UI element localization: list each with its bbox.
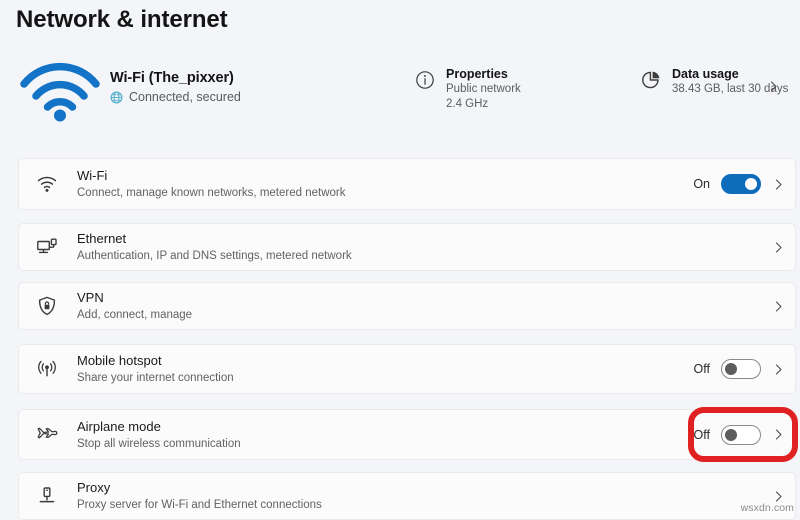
setting-row-airplane-mode-description: Stop all wireless communication bbox=[77, 437, 241, 450]
ethernet-chevron-right-icon[interactable] bbox=[772, 241, 785, 254]
properties-title: Properties bbox=[446, 67, 508, 81]
setting-row-ethernet[interactable]: Ethernet Authentication, IP and DNS sett… bbox=[18, 223, 796, 271]
watermark: wsxdn.com bbox=[740, 502, 794, 514]
setting-row-mobile-hotspot[interactable]: Mobile hotspot Share your internet conne… bbox=[18, 344, 796, 394]
connected-network-info: Wi-Fi (The_pixxer) Connected, secured bbox=[110, 70, 241, 104]
setting-row-wifi[interactable]: Wi-Fi Connect, manage known networks, me… bbox=[18, 158, 796, 210]
setting-row-mobile-hotspot-controls: Off bbox=[690, 359, 785, 379]
vpn-chevron-right-icon[interactable] bbox=[772, 300, 785, 313]
globe-icon bbox=[110, 91, 123, 103]
setting-row-airplane-mode-controls: Off bbox=[690, 424, 785, 445]
setting-row-ethernet-text: Ethernet Authentication, IP and DNS sett… bbox=[77, 230, 772, 264]
setting-row-mobile-hotspot-title: Mobile hotspot bbox=[77, 353, 162, 368]
setting-row-mobile-hotspot-text: Mobile hotspot Share your internet conne… bbox=[77, 352, 690, 386]
setting-row-vpn-text: VPN Add, connect, manage bbox=[77, 289, 772, 323]
setting-row-airplane-mode-title: Airplane mode bbox=[77, 418, 161, 434]
setting-row-mobile-hotspot-description: Share your internet connection bbox=[77, 372, 234, 384]
setting-row-airplane-mode[interactable]: Airplane mode Stop all wireless communic… bbox=[18, 409, 796, 460]
network-status-text: Connected, secured bbox=[129, 90, 241, 104]
shield-lock-icon bbox=[33, 292, 61, 320]
setting-row-proxy-controls bbox=[772, 490, 785, 503]
airplane-icon bbox=[33, 421, 61, 449]
network-status-line: Connected, secured bbox=[110, 90, 241, 104]
setting-row-vpn-description: Add, connect, manage bbox=[77, 309, 193, 321]
pie-chart-icon bbox=[642, 71, 660, 89]
setting-row-wifi-text: Wi-Fi Connect, manage known networks, me… bbox=[77, 167, 690, 201]
setting-row-airplane-mode-text: Airplane mode Stop all wireless communic… bbox=[77, 418, 690, 452]
setting-row-wifi-controls: On bbox=[690, 174, 785, 194]
airplane-mode-toggle-label: Off bbox=[693, 427, 710, 442]
network-ssid: Wi-Fi (The_pixxer) bbox=[110, 70, 234, 86]
mobile-hotspot-chevron-right-icon[interactable] bbox=[772, 363, 785, 376]
setting-row-ethernet-description: Authentication, IP and DNS settings, met… bbox=[77, 250, 352, 262]
wifi-signal-icon bbox=[20, 62, 100, 122]
setting-row-proxy-text: Proxy Proxy server for Wi-Fi and Etherne… bbox=[77, 479, 772, 513]
setting-row-vpn-controls bbox=[772, 300, 785, 313]
setting-row-proxy-title: Proxy bbox=[77, 480, 111, 495]
proxy-server-icon bbox=[33, 482, 61, 510]
setting-row-ethernet-controls bbox=[772, 241, 785, 254]
network-status-hero: Wi-Fi (The_pixxer) Connected, secured Pr… bbox=[0, 58, 800, 130]
airplane-mode-toggle[interactable] bbox=[721, 424, 761, 445]
proxy-chevron-right-icon[interactable] bbox=[772, 490, 785, 503]
data-usage-summary[interactable]: Data usage 38.43 GB, last 30 days bbox=[640, 66, 788, 97]
setting-row-vpn[interactable]: VPN Add, connect, manage bbox=[18, 282, 796, 330]
wifi-icon bbox=[33, 170, 61, 198]
network-properties-summary[interactable]: Properties Public network 2.4 GHz bbox=[414, 66, 521, 112]
page-title: Network & internet bbox=[16, 6, 228, 33]
info-circle-icon bbox=[416, 71, 434, 89]
setting-row-proxy-description: Proxy server for Wi-Fi and Ethernet conn… bbox=[77, 499, 322, 511]
wifi-toggle-label: On bbox=[693, 177, 710, 191]
ethernet-icon bbox=[33, 233, 61, 261]
data-usage-chevron-right-icon[interactable] bbox=[767, 80, 780, 93]
wifi-chevron-right-icon[interactable] bbox=[772, 178, 785, 191]
setting-row-wifi-title: Wi-Fi bbox=[77, 168, 108, 183]
mobile-hotspot-toggle-label: Off bbox=[693, 362, 710, 376]
setting-row-ethernet-title: Ethernet bbox=[77, 231, 127, 246]
hotspot-broadcast-icon bbox=[33, 355, 61, 383]
setting-row-proxy[interactable]: Proxy Proxy server for Wi-Fi and Etherne… bbox=[18, 472, 796, 520]
properties-band: 2.4 GHz bbox=[446, 98, 489, 110]
airplane-mode-chevron-right-icon[interactable] bbox=[772, 428, 785, 441]
setting-row-wifi-description: Connect, manage known networks, metered … bbox=[77, 187, 346, 199]
properties-network-type: Public network bbox=[446, 83, 521, 95]
mobile-hotspot-toggle[interactable] bbox=[721, 359, 761, 379]
wifi-toggle[interactable] bbox=[721, 174, 761, 194]
setting-row-vpn-title: VPN bbox=[77, 290, 104, 305]
